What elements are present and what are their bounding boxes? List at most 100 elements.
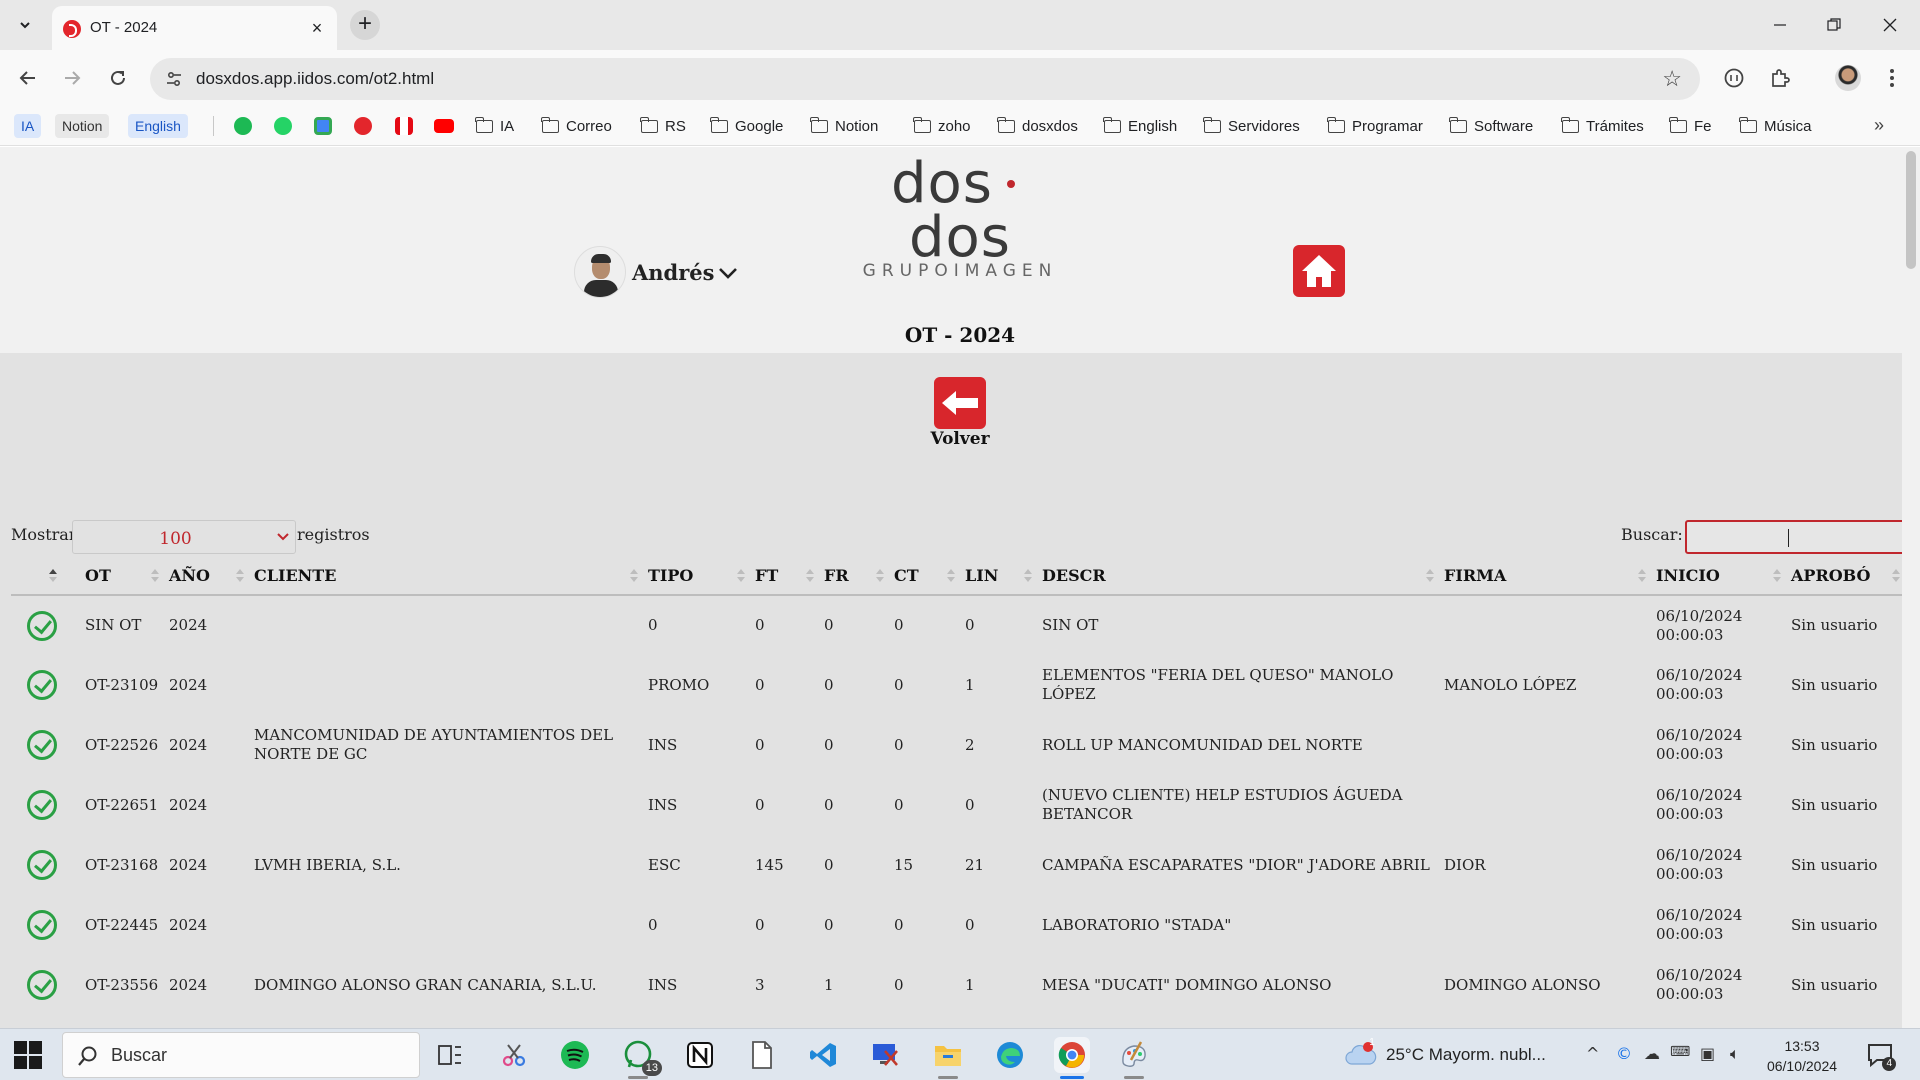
windows-start-icon[interactable] [14, 1041, 42, 1069]
column-header-inicio[interactable]: INICIO [1656, 557, 1791, 596]
column-header-lin[interactable]: LIN [965, 557, 1042, 596]
bookmark-folder-google[interactable]: Google [710, 114, 783, 138]
check-circle-icon[interactable] [27, 670, 57, 700]
browser-menu-button[interactable] [1878, 64, 1906, 92]
row-status-cell[interactable] [11, 655, 85, 715]
onedrive-icon[interactable]: ☁ [1644, 1044, 1660, 1063]
search-input[interactable] [1685, 520, 1908, 554]
keyboard-layout-icon[interactable]: ⌨ [1670, 1044, 1690, 1060]
table-row[interactable]: OT-22651 2024 INS 0 0 0 0 (NUEVO CLIENTE) HELP … [11, 775, 1910, 835]
table-row[interactable]: OT-22526 2024 MANCOMUNIDAD DE AYUNTAMIENTO… [11, 715, 1910, 775]
column-header-firma[interactable]: FIRMA [1444, 557, 1656, 596]
row-status-cell[interactable] [11, 895, 85, 955]
notification-center-button[interactable]: 4 [1866, 1041, 1896, 1071]
user-menu[interactable]: Andrés [574, 245, 739, 299]
check-circle-icon[interactable] [27, 850, 57, 880]
media-controls-button[interactable] [1720, 64, 1748, 92]
browser-tab-active[interactable]: OT - 2024 × [52, 6, 337, 50]
column-header-anio[interactable]: AÑO [169, 557, 254, 596]
check-circle-icon[interactable] [27, 730, 57, 760]
weather-widget[interactable]: 1 25°C Mayorm. nubl... [1344, 1037, 1546, 1071]
volver-button[interactable] [934, 377, 986, 429]
volume-icon[interactable]: 🔈︎ [1730, 1044, 1740, 1064]
chrome-taskbar-icon[interactable] [1054, 1037, 1090, 1079]
row-status-cell[interactable] [11, 955, 85, 1015]
column-header-ot[interactable]: OT [85, 557, 169, 596]
column-header-status[interactable] [11, 557, 85, 596]
bookmark-folder-ia[interactable]: IA [475, 114, 514, 138]
check-circle-icon[interactable] [27, 790, 57, 820]
google-calendar-icon[interactable] [314, 117, 332, 135]
check-circle-icon[interactable] [27, 970, 57, 1000]
column-header-cliente[interactable]: CLIENTE [254, 557, 648, 596]
remote-desktop-taskbar-icon[interactable] [868, 1037, 904, 1073]
row-status-cell[interactable] [11, 595, 85, 655]
tab-search-button[interactable] [12, 12, 38, 38]
file-explorer-taskbar-icon[interactable] [930, 1037, 966, 1079]
spotify-taskbar-icon[interactable] [557, 1037, 593, 1073]
system-clock[interactable]: 13:53 06/10/2024 [1760, 1036, 1844, 1076]
bookmark-folder-zoho[interactable]: zoho [913, 114, 971, 138]
tab-close-icon[interactable]: × [307, 18, 327, 38]
taskbar-search[interactable]: Buscar [62, 1032, 420, 1078]
column-header-ct[interactable]: CT [894, 557, 965, 596]
bookmark-folder-notion[interactable]: Notion [810, 114, 878, 138]
extensions-button[interactable] [1766, 64, 1794, 92]
bookmark-folder-rs[interactable]: RS [640, 114, 686, 138]
paint-taskbar-icon[interactable] [1116, 1037, 1152, 1079]
page-scrollbar[interactable] [1902, 147, 1920, 1028]
table-row[interactable]: OT-23109 2024 PROMO 0 0 0 1 ELEMENTOS "FERIA DE… [11, 655, 1910, 715]
scrollbar-thumb[interactable] [1906, 151, 1916, 269]
bookmark-chip-ia[interactable]: IA [14, 114, 42, 138]
dosxdos-icon[interactable] [354, 117, 372, 135]
back-nav-button[interactable] [14, 64, 42, 92]
table-row[interactable]: OT-22445 2024 0 0 0 0 0 LABORATORIO "STADA" 06/1… [11, 895, 1910, 955]
bookmarks-overflow-icon[interactable]: » [1874, 115, 1884, 136]
whatsapp-taskbar-icon[interactable]: 13 [620, 1037, 662, 1079]
check-circle-icon[interactable] [27, 910, 57, 940]
copilot-icon[interactable]: © [1616, 1044, 1632, 1063]
spotify-icon[interactable] [234, 117, 252, 135]
close-window-button[interactable] [1872, 10, 1908, 40]
notepad-taskbar-icon[interactable] [744, 1037, 780, 1073]
table-row[interactable]: OT-23556 2024 DOMINGO ALONSO GRAN CANARIA,… [11, 955, 1910, 1015]
bookmark-folder-dosxdos[interactable]: dosxdos [997, 114, 1078, 138]
column-header-fr[interactable]: FR [824, 557, 894, 596]
bookmark-folder-tramites[interactable]: Trámites [1561, 114, 1644, 138]
row-status-cell[interactable] [11, 775, 85, 835]
snipping-tool-icon[interactable] [496, 1037, 532, 1073]
network-icon[interactable]: ▣ [1700, 1044, 1715, 1063]
bookmark-folder-fe[interactable]: Fe [1669, 114, 1712, 138]
vscode-taskbar-icon[interactable] [806, 1037, 842, 1073]
edge-taskbar-icon[interactable] [992, 1037, 1028, 1073]
task-view-icon[interactable] [432, 1037, 468, 1073]
page-length-select[interactable]: 100 [72, 520, 296, 554]
check-circle-icon[interactable] [27, 610, 57, 641]
column-header-tipo[interactable]: TIPO [648, 557, 755, 596]
netflix-icon[interactable] [395, 117, 413, 135]
address-bar[interactable]: dosxdos.app.iidos.com/ot2.html ☆ [150, 58, 1700, 100]
column-header-descr[interactable]: DESCR [1042, 557, 1444, 596]
bookmark-chip-notion[interactable]: Notion [55, 114, 110, 138]
bookmark-folder-musica[interactable]: Música [1739, 114, 1812, 138]
restore-button[interactable] [1816, 10, 1852, 40]
bookmark-folder-english[interactable]: English [1103, 114, 1177, 138]
notion-taskbar-icon[interactable] [682, 1037, 718, 1073]
whatsapp-icon[interactable] [274, 117, 292, 135]
column-header-ft[interactable]: FT [755, 557, 824, 596]
bookmark-chip-english[interactable]: English [128, 114, 188, 138]
profile-button[interactable] [1834, 64, 1862, 92]
minimize-button[interactable] [1762, 10, 1798, 40]
forward-nav-button[interactable] [58, 64, 86, 92]
bookmark-folder-programar[interactable]: Programar [1327, 114, 1423, 138]
chevron-up-icon[interactable]: ^ [1586, 1044, 1599, 1063]
home-button[interactable] [1293, 245, 1345, 297]
column-header-aprobo[interactable]: APROBÓ [1791, 557, 1910, 596]
bookmark-folder-software[interactable]: Software [1449, 114, 1533, 138]
table-row[interactable]: OT-23168 2024 LVMH IBERIA, S.L. ESC 145 0 15 21… [11, 835, 1910, 895]
star-bookmark-icon[interactable]: ☆ [1662, 67, 1682, 91]
bookmark-folder-correo[interactable]: Correo [541, 114, 612, 138]
reload-button[interactable] [104, 64, 132, 92]
new-tab-button[interactable]: + [350, 10, 380, 40]
site-info-icon[interactable] [164, 69, 184, 89]
